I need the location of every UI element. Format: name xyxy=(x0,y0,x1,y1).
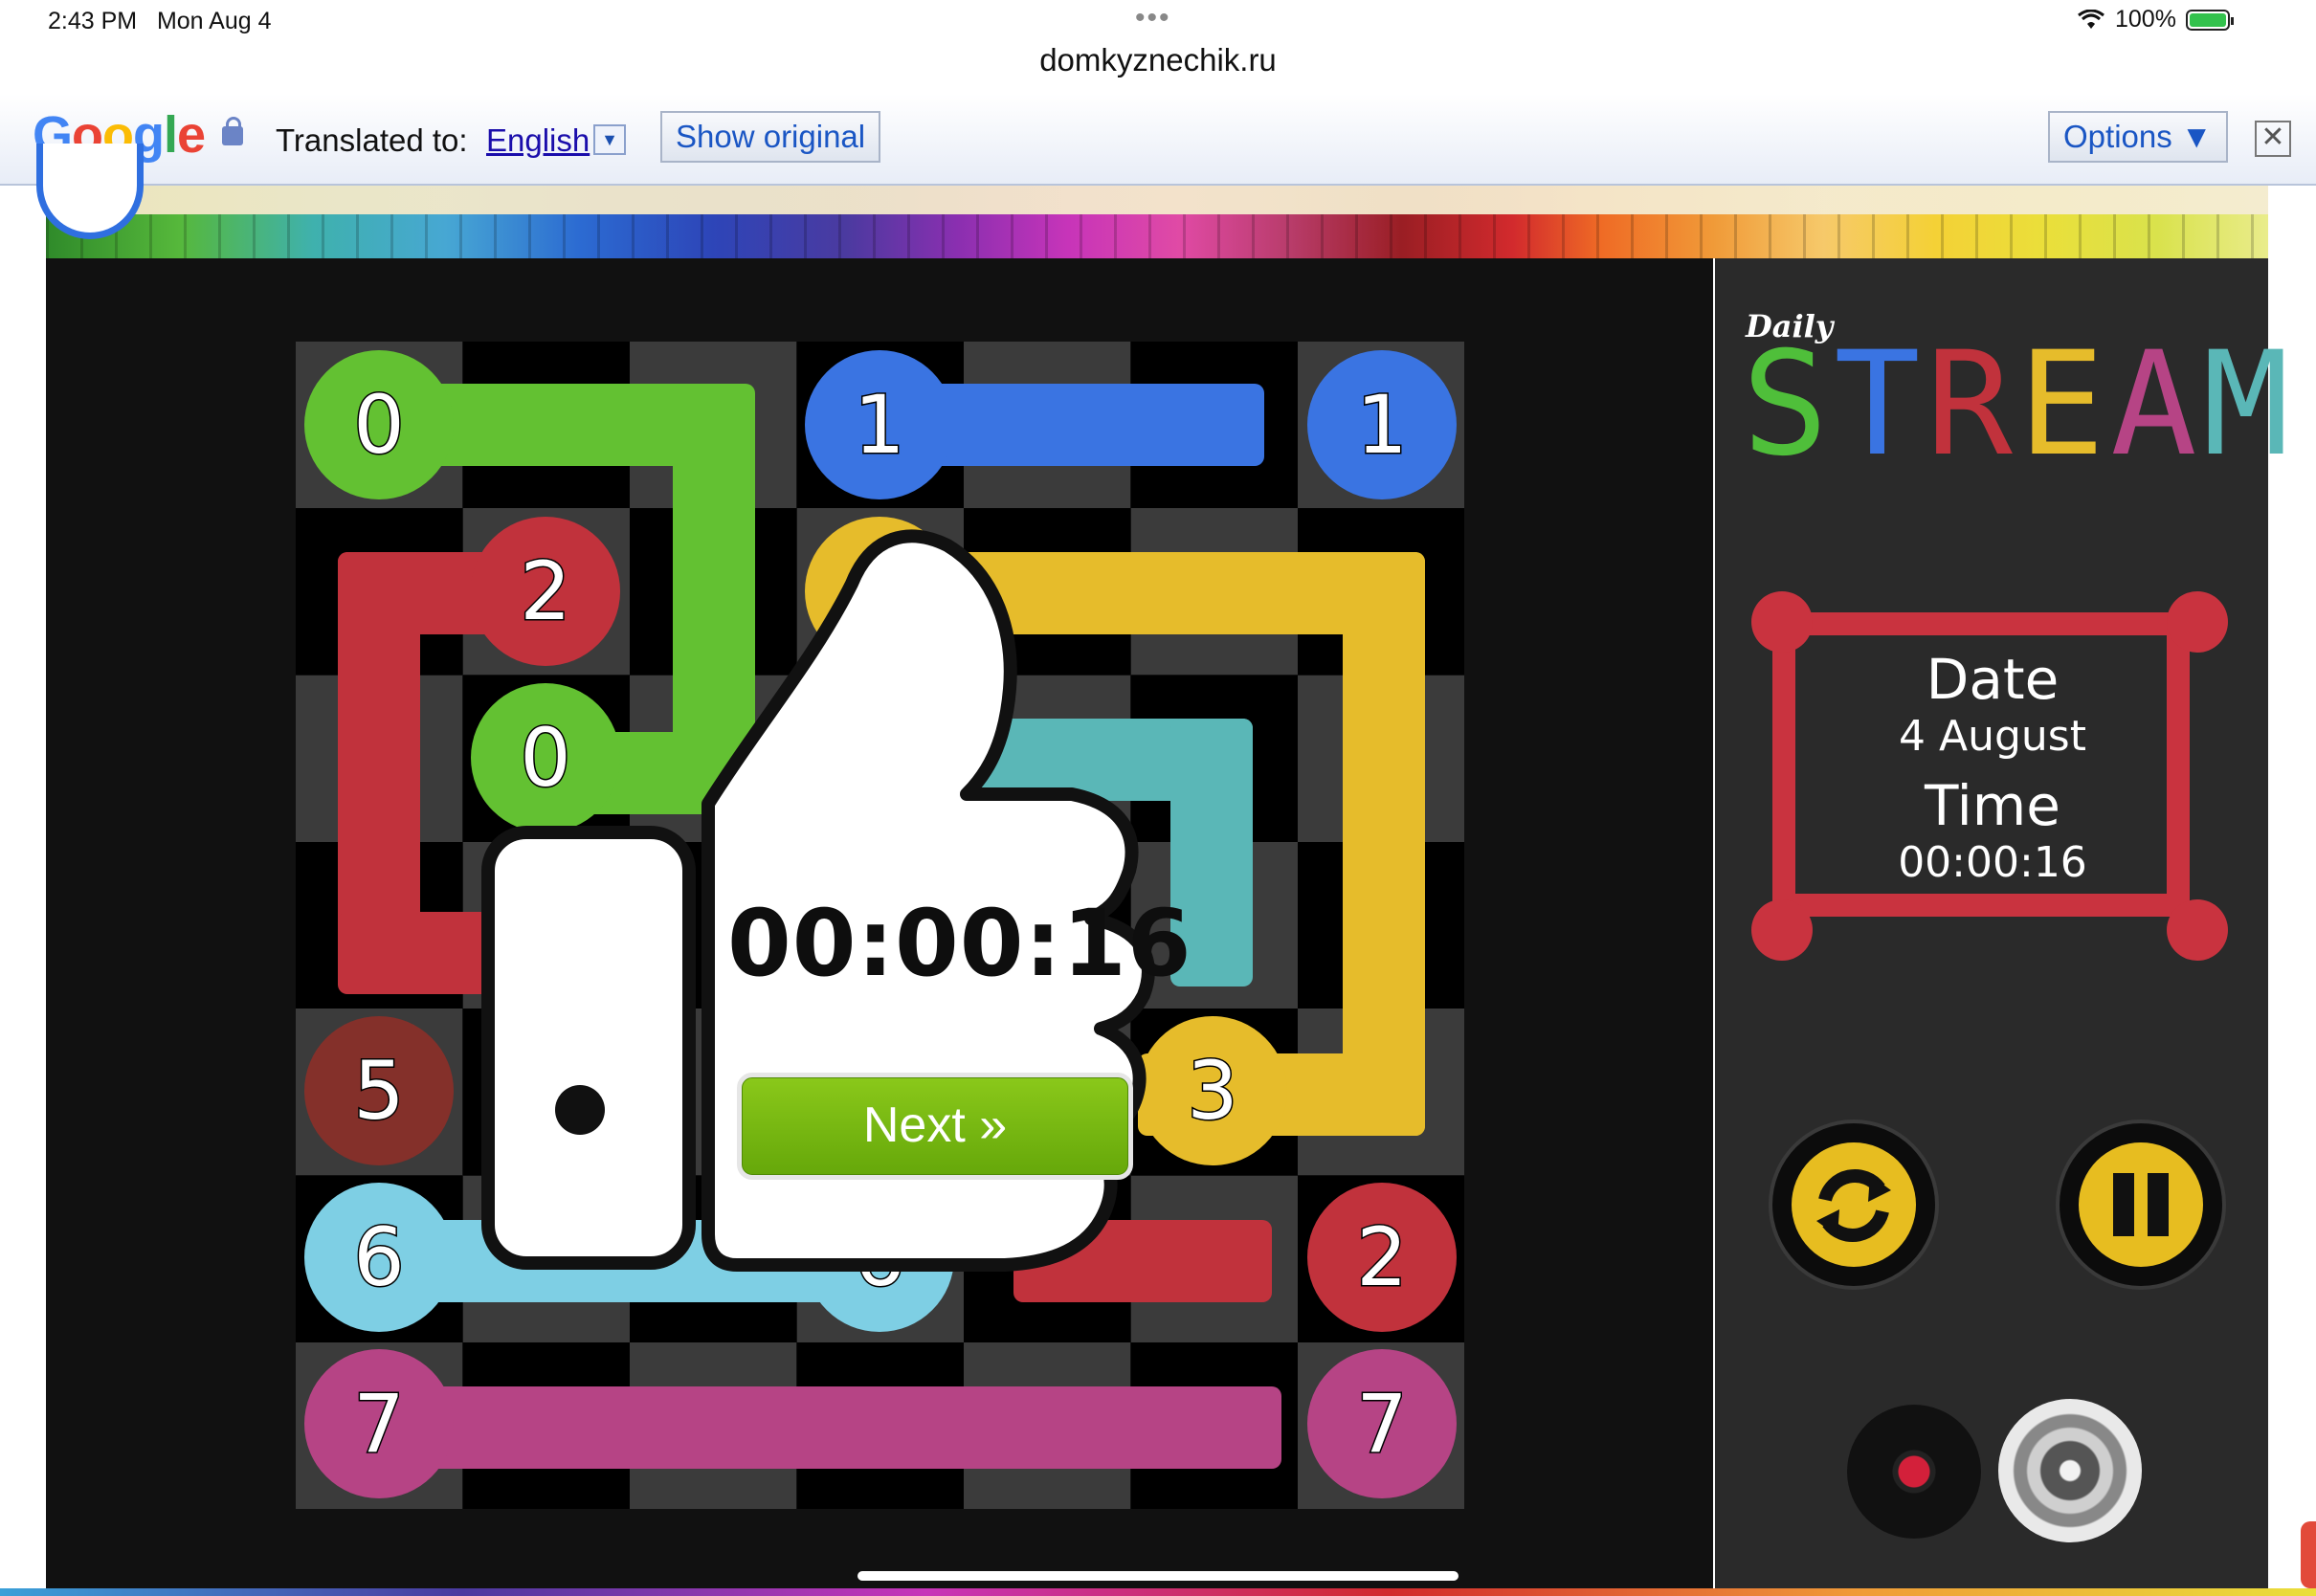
options-button[interactable]: Options ▼ xyxy=(2048,111,2228,163)
time-text: 2:43 PM xyxy=(48,8,138,34)
frame-corner xyxy=(1751,899,1813,961)
pencil-banner-lines xyxy=(46,214,2268,258)
side-tab[interactable] xyxy=(2301,1521,2316,1588)
sound-toggle-icon[interactable] xyxy=(1998,1399,2142,1542)
date-label: Date xyxy=(1926,647,2060,712)
pause-icon xyxy=(2079,1142,2203,1267)
restart-icon xyxy=(1792,1142,1916,1267)
frame-corner xyxy=(2167,899,2228,961)
path-endpoint[interactable]: 2 xyxy=(1307,1183,1457,1332)
status-time: 2:43 PM Mon Aug 4 xyxy=(48,8,271,35)
path-endpoint[interactable]: 7 xyxy=(1307,1349,1457,1498)
path-endpoint[interactable]: 7 xyxy=(304,1349,454,1498)
translated-label: Translated to: xyxy=(276,122,468,158)
path-endpoint[interactable]: 0 xyxy=(304,350,454,499)
language-dropdown-icon[interactable]: ▼ xyxy=(593,124,626,155)
time-label: Time xyxy=(1925,773,2060,838)
yellow-path-segment xyxy=(1343,552,1425,1136)
next-button[interactable]: Next » xyxy=(737,1073,1133,1180)
completion-time: 00:00:16 xyxy=(727,890,1192,997)
date-value: 4 August xyxy=(1899,712,2086,761)
game-logo: STREAM xyxy=(1742,321,2295,488)
home-indicator[interactable] xyxy=(857,1571,1459,1581)
path-endpoint[interactable]: 6 xyxy=(304,1183,454,1332)
pencil-banner-top xyxy=(46,186,2268,214)
frame-corner xyxy=(1751,591,1813,653)
restart-button[interactable] xyxy=(1772,1123,1935,1286)
path-endpoint[interactable]: 1 xyxy=(1307,350,1457,499)
path-endpoint[interactable]: 1 xyxy=(805,350,954,499)
language-link[interactable]: English xyxy=(486,122,590,159)
magenta-path-segment xyxy=(363,1386,1281,1469)
wifi-icon xyxy=(2078,9,2104,29)
path-endpoint[interactable]: 5 xyxy=(304,1016,454,1165)
lock-icon xyxy=(222,117,243,145)
show-original-button[interactable]: Show original xyxy=(660,111,881,163)
url-bar[interactable]: domkyznechik.ru xyxy=(0,42,2316,78)
pause-button[interactable] xyxy=(2060,1123,2222,1286)
date-text: Mon Aug 4 xyxy=(156,8,272,34)
battery-status: 100% xyxy=(2077,6,2234,33)
time-value: 00:00:16 xyxy=(1898,838,2087,887)
battery-icon xyxy=(2185,9,2234,31)
battery-percent: 100% xyxy=(2115,6,2176,33)
translate-bar: Google Translated to: English ▼ Show ori… xyxy=(0,94,2316,186)
multitask-dots-icon[interactable]: ••• xyxy=(1135,2,1171,34)
frame-corner xyxy=(2167,591,2228,653)
music-toggle-icon[interactable] xyxy=(1847,1405,1981,1539)
close-icon[interactable]: ✕ xyxy=(2255,121,2291,157)
ios-status-bar: 2:43 PM Mon Aug 4 ••• domkyznechik.ru 10… xyxy=(0,0,2316,92)
bottom-banner xyxy=(0,1588,2316,1596)
